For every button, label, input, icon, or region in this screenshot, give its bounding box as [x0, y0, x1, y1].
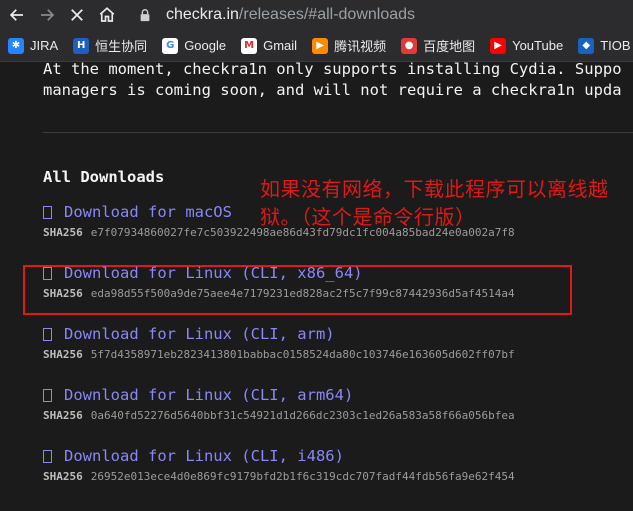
url-path: /releases/#all-downloads: [238, 6, 416, 23]
page-content: At the moment, checkra1n only supports i…: [0, 62, 633, 511]
download-icon: [43, 205, 52, 219]
download-item: Download for Linux (CLI, arm64) SHA256 0a6…: [43, 386, 515, 422]
download-link[interactable]: Download for Linux (CLI, arm64): [43, 386, 515, 404]
download-label: Download for Linux (CLI, arm): [64, 325, 335, 343]
sha256-value: e7f07934860027fe7c503922498ae86d43fd79dc…: [90, 226, 515, 239]
bookmark-google[interactable]: G Google: [162, 37, 227, 54]
close-icon: [71, 9, 83, 21]
tiobe-icon: ◆: [578, 37, 595, 54]
youtube-icon: ▶: [490, 37, 507, 54]
lock-icon: [140, 9, 150, 22]
intro-paragraph: At the moment, checkra1n only supports i…: [43, 62, 633, 101]
bookmark-tiobe[interactable]: ◆ TIOB: [578, 37, 631, 54]
arrow-left-icon: [9, 9, 23, 21]
baidu-map-icon: ●: [401, 37, 418, 54]
section-heading: All Downloads: [43, 168, 165, 186]
download-label: Download for Linux (CLI, arm64): [64, 386, 354, 404]
sha256-label: SHA256: [43, 348, 83, 361]
hengsheng-icon: H: [73, 37, 90, 54]
download-link[interactable]: Download for macOS: [43, 203, 515, 221]
sha256-value: eda98d55f500a9de75aee4e7179231ed828ac2f5…: [90, 287, 515, 300]
download-link[interactable]: Download for Linux (CLI, arm): [43, 325, 515, 343]
download-icon: [43, 327, 52, 341]
bookmark-youtube[interactable]: ▶ YouTube: [490, 37, 564, 54]
intro-line-1: At the moment, checkra1n only supports i…: [43, 62, 622, 78]
bookmark-label: 恒生协同: [95, 39, 148, 54]
sha256-row: SHA256 e7f07934860027fe7c503922498ae86d43…: [43, 226, 515, 239]
sha256-row: SHA256 5f7d4358971eb2823413801babbac01585…: [43, 348, 515, 361]
bookmark-label: 百度地图: [423, 39, 476, 54]
home-button[interactable]: [92, 0, 122, 30]
jira-icon: ✱: [8, 37, 24, 54]
google-icon: G: [162, 37, 179, 54]
download-icon: [43, 388, 52, 402]
sha256-row: SHA256 26952e013ece4d0e869fc9179bfd2b1f6c…: [43, 470, 515, 483]
download-link[interactable]: Download for Linux (CLI, i486): [43, 447, 515, 465]
bookmark-label: 腾讯视频: [334, 39, 387, 54]
arrow-right-icon: [41, 9, 55, 21]
download-icon: [43, 449, 52, 463]
download-item: Download for Linux (CLI, x86_64) SHA256 ed…: [43, 264, 515, 300]
divider: [43, 132, 633, 133]
stop-loading-button[interactable]: [62, 0, 92, 30]
home-icon: [99, 7, 115, 22]
sha256-value: 26952e013ece4d0e869fc9179bfd2b1f6c319cdc…: [90, 470, 515, 483]
bookmark-label: TIOB: [600, 38, 631, 53]
download-label: Download for Linux (CLI, x86_64): [64, 264, 363, 282]
sha256-label: SHA256: [43, 409, 83, 422]
browser-toolbar: checkra.in/releases/#all-downloads: [0, 0, 633, 30]
tencent-video-icon: ▶: [312, 37, 329, 54]
bookmark-hengsheng[interactable]: H 恒生协同: [73, 36, 147, 55]
sha256-value: 5f7d4358971eb2823413801babbac0158524da80…: [90, 348, 515, 361]
download-item: Download for Linux (CLI, i486) SHA256 2695…: [43, 447, 515, 483]
bookmarks-bar: ✱ JIRA H 恒生协同 G Google M Gmail ▶ 腾讯视频 ● 百度地图 ▶ YouTub…: [0, 30, 633, 62]
sha256-label: SHA256: [43, 470, 83, 483]
sha256-label: SHA256: [43, 226, 83, 239]
download-link[interactable]: Download for Linux (CLI, x86_64): [43, 264, 515, 282]
bookmark-tencent-video[interactable]: ▶ 腾讯视频: [312, 36, 386, 55]
download-item: Download for macOS SHA256 e7f07934860027fe…: [43, 203, 515, 239]
bookmark-label: Gmail: [263, 38, 298, 53]
bookmark-jira[interactable]: ✱ JIRA: [8, 37, 59, 54]
bookmark-label: JIRA: [30, 38, 59, 53]
sha256-row: SHA256 eda98d55f500a9de75aee4e7179231ed82…: [43, 287, 515, 300]
sha256-label: SHA256: [43, 287, 83, 300]
bookmark-baidu-map[interactable]: ● 百度地图: [401, 36, 475, 55]
download-item: Download for Linux (CLI, arm) SHA256 5f7d4…: [43, 325, 515, 361]
bookmark-label: Google: [184, 38, 227, 53]
bookmark-gmail[interactable]: M Gmail: [241, 37, 298, 54]
sha256-row: SHA256 0a640fd52276d5640bbf31c54921d1d266…: [43, 409, 515, 422]
back-button[interactable]: [2, 0, 32, 30]
download-label: Download for macOS: [64, 203, 232, 221]
sha256-value: 0a640fd52276d5640bbf31c54921d1d266dc2303…: [90, 409, 515, 422]
download-label: Download for Linux (CLI, i486): [64, 447, 344, 465]
intro-line-2: managers is coming soon, and will not re…: [43, 81, 622, 99]
forward-button[interactable]: [32, 0, 62, 30]
gmail-icon: M: [241, 37, 258, 54]
download-icon: [43, 266, 52, 280]
address-bar[interactable]: checkra.in/releases/#all-downloads: [138, 3, 633, 27]
url-host: checkra.in: [166, 6, 239, 23]
bookmark-label: YouTube: [512, 38, 564, 53]
